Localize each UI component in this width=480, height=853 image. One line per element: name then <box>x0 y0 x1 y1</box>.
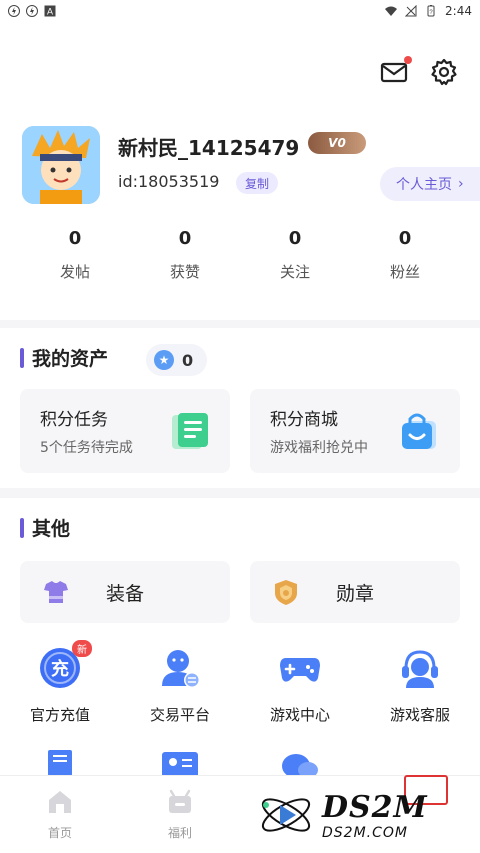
task-list-icon <box>172 413 208 449</box>
grid-item-row2-1[interactable] <box>0 748 120 778</box>
grid-label: 游戏客服 <box>389 706 450 724</box>
flash-icon <box>26 5 38 17</box>
card-subtitle: 游戏福利抢兑中 <box>270 440 368 456</box>
notification-a-icon: A <box>44 5 56 17</box>
profile-stats: 0 发帖 0 获赞 0 关注 0 粉丝 <box>0 228 480 282</box>
points-tasks-card[interactable]: 积分任务 5个任务待完成 <box>20 389 230 473</box>
card-title: 积分任务 <box>40 410 108 430</box>
assets-section: 我的资产 ★ 0 积分任务 5个任务待完成 积分商城 游戏福利抢兑中 <box>0 328 480 488</box>
avatar[interactable] <box>22 126 100 204</box>
others-section: 其他 装备 勋章 <box>0 498 480 788</box>
others-title: 其他 <box>32 518 71 540</box>
flash-icon <box>8 5 20 17</box>
envelope-doc-icon <box>48 750 72 776</box>
grid-item-game-support[interactable]: 游戏客服 <box>360 646 480 725</box>
svg-text:A: A <box>47 7 53 17</box>
new-badge: 新 <box>72 640 92 657</box>
chevron-right-icon: › <box>458 176 464 192</box>
recharge-icon: 充 新 <box>38 640 92 690</box>
star-coin-icon: ★ <box>154 350 174 370</box>
card-title: 积分商城 <box>270 410 338 430</box>
stat-value: 0 <box>288 228 302 249</box>
tab-label: 首页 <box>47 826 72 840</box>
medal-icon <box>275 580 297 605</box>
svg-text:?: ? <box>429 10 433 16</box>
stat-value: 0 <box>68 228 82 249</box>
coin-count: 0 <box>182 350 194 370</box>
id-card-icon <box>162 752 198 778</box>
wifi-icon <box>385 6 398 16</box>
stat-label: 关注 <box>279 263 310 281</box>
recharge-glyph: 充 <box>51 658 69 680</box>
grid-item-trade-platform[interactable]: 交易平台 <box>120 646 240 725</box>
user-id: id:18053519 <box>118 172 220 191</box>
grid-label: 交易平台 <box>149 706 210 724</box>
homepage-label: 个人主页 <box>396 177 452 193</box>
unread-dot <box>404 56 412 64</box>
services-grid: 充 新 官方充值 交易平台 游戏中心 游戏客服 <box>0 640 480 725</box>
stat-value: 0 <box>398 228 412 249</box>
section-accent-bar <box>20 517 24 538</box>
equipment-button[interactable]: 装备 <box>20 561 230 623</box>
section-title: 我的资产 <box>20 344 108 371</box>
gear-icon <box>431 58 457 86</box>
stat-label: 发帖 <box>59 263 90 281</box>
settings-button[interactable] <box>430 58 458 86</box>
no-signal-icon <box>405 5 417 17</box>
copy-id-button[interactable]: 复制 <box>236 172 279 194</box>
personal-homepage-button[interactable]: 个人主页 › <box>380 167 480 201</box>
watermark: DS2M DS2M.COM <box>258 783 468 847</box>
gamepad-icon <box>278 646 322 690</box>
stat-value: 0 <box>178 228 192 249</box>
points-mall-card[interactable]: 积分商城 游戏福利抢兑中 <box>250 389 460 473</box>
tab-welfare[interactable]: 福利 <box>120 776 240 853</box>
stat-posts[interactable]: 0 发帖 <box>20 228 130 282</box>
grid-item-row2-3[interactable] <box>240 748 360 778</box>
services-grid-row-2 <box>0 748 480 778</box>
section-title: 其他 <box>20 514 70 541</box>
stat-fans[interactable]: 0 粉丝 <box>350 228 460 282</box>
profile-header: 新村民_14125479 V0 id:18053519 复制 个人主页 › 0 … <box>0 22 480 320</box>
home-icon <box>49 791 71 813</box>
assets-title: 我的资产 <box>32 348 109 370</box>
messages-button[interactable] <box>380 56 412 86</box>
stat-likes[interactable]: 0 获赞 <box>130 228 240 282</box>
grid-item-row2-4[interactable] <box>360 748 480 778</box>
username: 新村民_14125479 <box>118 136 300 160</box>
watermark-title: DS2M <box>322 789 428 825</box>
coin-balance[interactable]: ★ 0 <box>146 344 208 376</box>
trade-user-icon <box>158 646 202 690</box>
gift-icon <box>169 789 191 813</box>
clock: 2:44 <box>445 4 472 18</box>
headset-icon <box>398 646 442 690</box>
shopping-bag-icon <box>402 413 436 449</box>
atom-logo-icon <box>261 798 311 832</box>
stat-following[interactable]: 0 关注 <box>240 228 350 282</box>
grid-label: 官方充值 <box>29 706 90 724</box>
vip-level-badge: V0 <box>308 132 366 154</box>
grid-item-game-center[interactable]: 游戏中心 <box>240 646 360 725</box>
grid-label: 游戏中心 <box>269 706 330 724</box>
card-subtitle: 5个任务待完成 <box>40 440 133 456</box>
stat-label: 粉丝 <box>389 263 420 281</box>
tab-home[interactable]: 首页 <box>0 776 120 853</box>
grid-item-row2-2[interactable] <box>120 748 240 778</box>
chat-bubbles-icon <box>282 754 318 778</box>
status-bar: A ? 2:44 <box>0 0 480 22</box>
medals-button[interactable]: 勋章 <box>250 561 460 623</box>
watermark-url: DS2M.COM <box>322 824 408 841</box>
section-accent-bar <box>20 347 24 368</box>
grid-item-official-recharge[interactable]: 充 新 官方充值 <box>0 640 120 725</box>
stat-label: 获赞 <box>169 263 200 281</box>
tshirt-icon <box>44 581 68 603</box>
tab-label: 福利 <box>167 826 192 840</box>
battery-icon: ? <box>427 5 435 17</box>
avatar-image <box>22 126 100 204</box>
